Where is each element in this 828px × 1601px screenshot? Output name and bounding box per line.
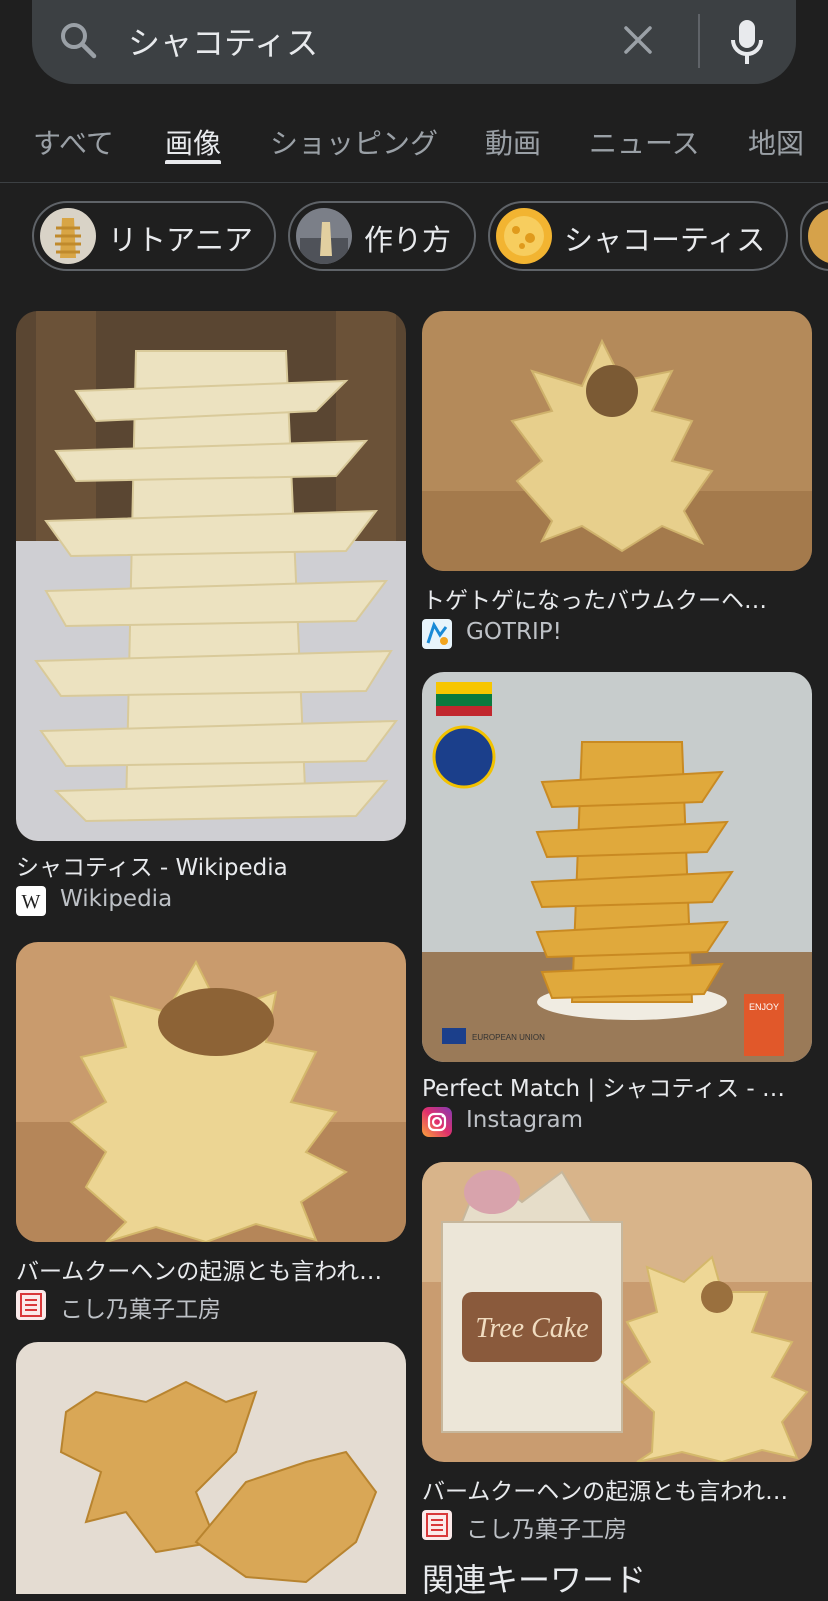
result-source-5[interactable]: こし乃菓子工房 <box>422 1510 812 1543</box>
source-name: GOTRIP! <box>466 619 562 645</box>
chip-lithuania[interactable]: リトアニア <box>32 201 276 271</box>
chip-recipe[interactable]: 作り方 <box>288 201 476 271</box>
tab-videos[interactable]: 動画 <box>485 122 541 162</box>
gotrip-icon <box>422 619 452 649</box>
source-name: こし乃菓子工房 <box>60 1297 221 1323</box>
instagram-icon <box>422 1107 452 1137</box>
eu-label: EUROPEAN UNION <box>472 1033 545 1042</box>
active-tab-indicator <box>165 160 221 164</box>
chip-more[interactable] <box>800 201 828 271</box>
result-image-4[interactable] <box>16 942 406 1242</box>
tab-all[interactable]: すべて <box>33 122 114 162</box>
result-source-1[interactable]: W Wikipedia <box>16 886 406 918</box>
result-source-3[interactable]: Instagram <box>422 1107 812 1139</box>
wikipedia-icon: W <box>16 886 46 916</box>
source-name: Instagram <box>466 1107 584 1133</box>
result-image-5[interactable]: Tree Cake <box>422 1162 812 1462</box>
result-image-3[interactable]: ENJOY EUROPEAN UNION <box>422 672 812 1062</box>
chip-thumbnail <box>296 208 352 264</box>
result-title-3[interactable]: Perfect Match | シャコティス - … <box>422 1069 812 1103</box>
chip-shakotis[interactable]: シャコーティス <box>488 201 788 271</box>
svg-text:W: W <box>22 891 41 913</box>
chip-thumbnail <box>496 208 552 264</box>
tab-news[interactable]: ニュース <box>589 122 700 162</box>
result-title-2[interactable]: トゲトゲになったバウムクーヘ… <box>422 581 812 615</box>
koshino-icon <box>422 1510 452 1540</box>
search-divider <box>698 14 700 68</box>
search-tabs: すべて 画像 ショッピング 動画 ニュース 地図 <box>0 108 828 183</box>
result-source-2[interactable]: GOTRIP! <box>422 619 812 651</box>
related-keywords-heading: 関連キーワード <box>422 1561 647 1599</box>
chip-label: シャコーティス <box>564 223 766 257</box>
tab-shopping[interactable]: ショッピング <box>270 122 438 162</box>
source-name: こし乃菓子工房 <box>466 1517 627 1543</box>
result-title-5[interactable]: バームクーヘンの起源とも言われ… <box>422 1472 812 1506</box>
result-image-2[interactable] <box>422 311 812 571</box>
koshino-icon <box>16 1290 46 1320</box>
source-name: Wikipedia <box>60 886 173 912</box>
microphone-icon[interactable] <box>722 14 772 68</box>
result-title-4[interactable]: バームクーヘンの起源とも言われ… <box>16 1252 406 1286</box>
chip-label: リトアニア <box>108 223 254 257</box>
result-title-1[interactable]: シャコティス - Wikipedia <box>16 848 406 882</box>
enjoy-label: ENJOY <box>749 1002 779 1012</box>
tab-images[interactable]: 画像 <box>165 122 221 162</box>
clear-icon[interactable] <box>618 20 658 60</box>
result-source-4[interactable]: こし乃菓子工房 <box>16 1290 406 1323</box>
search-bar[interactable]: シャコティス <box>32 0 796 84</box>
tab-maps[interactable]: 地図 <box>748 122 804 162</box>
search-input[interactable]: シャコティス <box>128 18 318 64</box>
chip-thumbnail <box>40 208 96 264</box>
result-image-6[interactable] <box>16 1342 406 1594</box>
chip-label: 作り方 <box>364 223 452 257</box>
search-icon[interactable] <box>58 20 98 60</box>
chip-thumbnail <box>808 208 828 264</box>
result-image-1[interactable] <box>16 311 406 841</box>
tree-cake-text: Tree Cake <box>475 1313 588 1344</box>
